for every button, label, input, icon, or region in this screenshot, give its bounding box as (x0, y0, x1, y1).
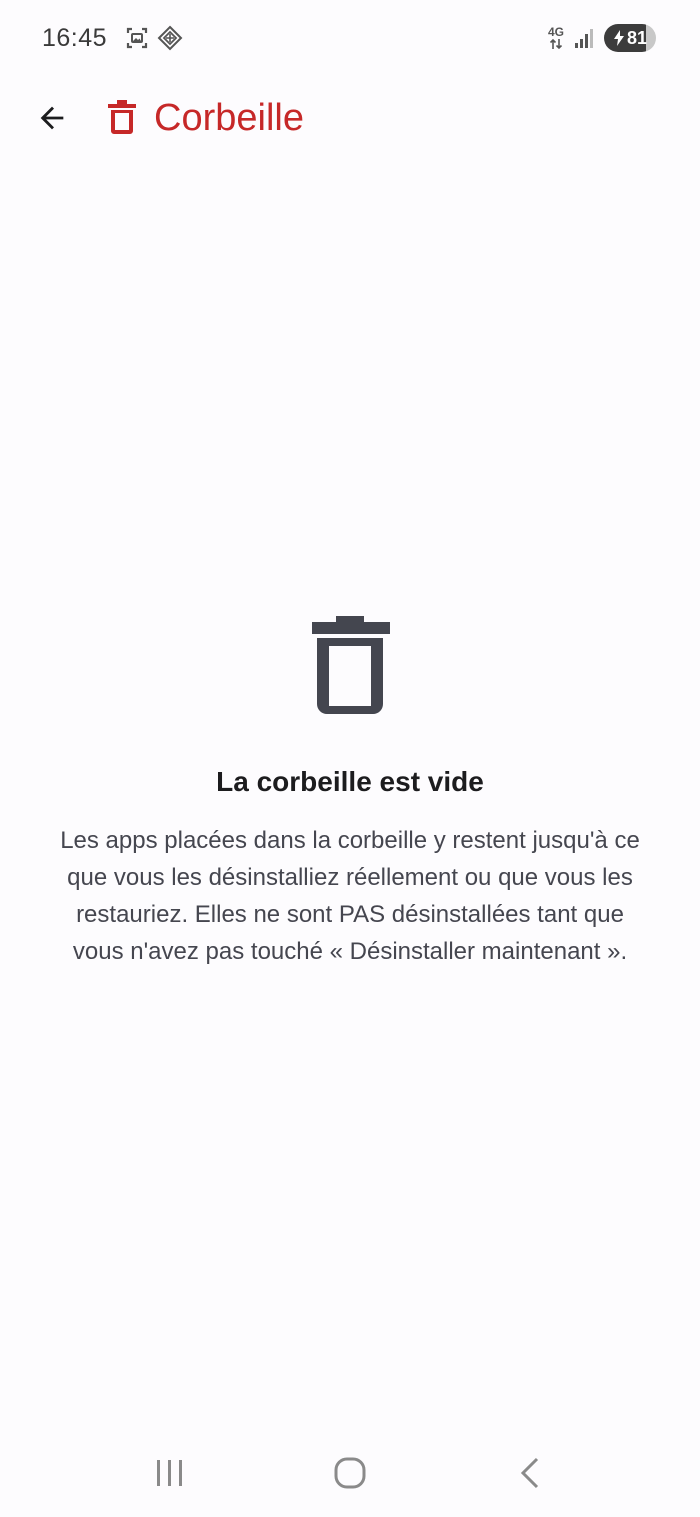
back-icon (520, 1457, 539, 1489)
status-bar: 16:45 4G 81 (0, 0, 700, 76)
recents-icon (157, 1460, 182, 1486)
battery-indicator: 81 (604, 24, 656, 52)
arrow-back-icon (40, 106, 64, 130)
signal-icon (575, 29, 593, 48)
home-button[interactable] (310, 1443, 390, 1503)
empty-state-description: Les apps placées dans la corbeille y res… (60, 827, 640, 965)
battery-charging-icon (613, 30, 624, 46)
status-left: 16:45 (42, 24, 183, 53)
app-bar: Corbeille (0, 76, 700, 160)
vpn-shield-icon (157, 25, 183, 51)
screen: 16:45 4G 81 Corbeille La corbeille est v… (0, 0, 700, 1517)
network-label: 4G (547, 24, 564, 39)
battery-level: 81 (626, 27, 648, 48)
back-button[interactable] (24, 90, 80, 146)
empty-state: La corbeille est vide Les apps placées d… (0, 610, 700, 970)
system-back-button[interactable] (490, 1443, 570, 1503)
status-time: 16:45 (42, 23, 108, 52)
empty-state-title: La corbeille est vide (216, 766, 484, 797)
trash-icon (108, 100, 136, 134)
network-indicator: 4G (547, 24, 564, 50)
title-icon (108, 100, 136, 136)
network-arrows-icon (549, 38, 563, 49)
status-icons-left (125, 25, 183, 51)
recents-button[interactable] (130, 1443, 210, 1503)
status-right: 4G 81 (548, 24, 656, 52)
home-icon (334, 1457, 366, 1489)
navigation-bar (0, 1429, 700, 1517)
page-title: Corbeille (154, 96, 304, 139)
empty-trash-icon (312, 616, 390, 714)
screenshot-icon (126, 27, 148, 49)
